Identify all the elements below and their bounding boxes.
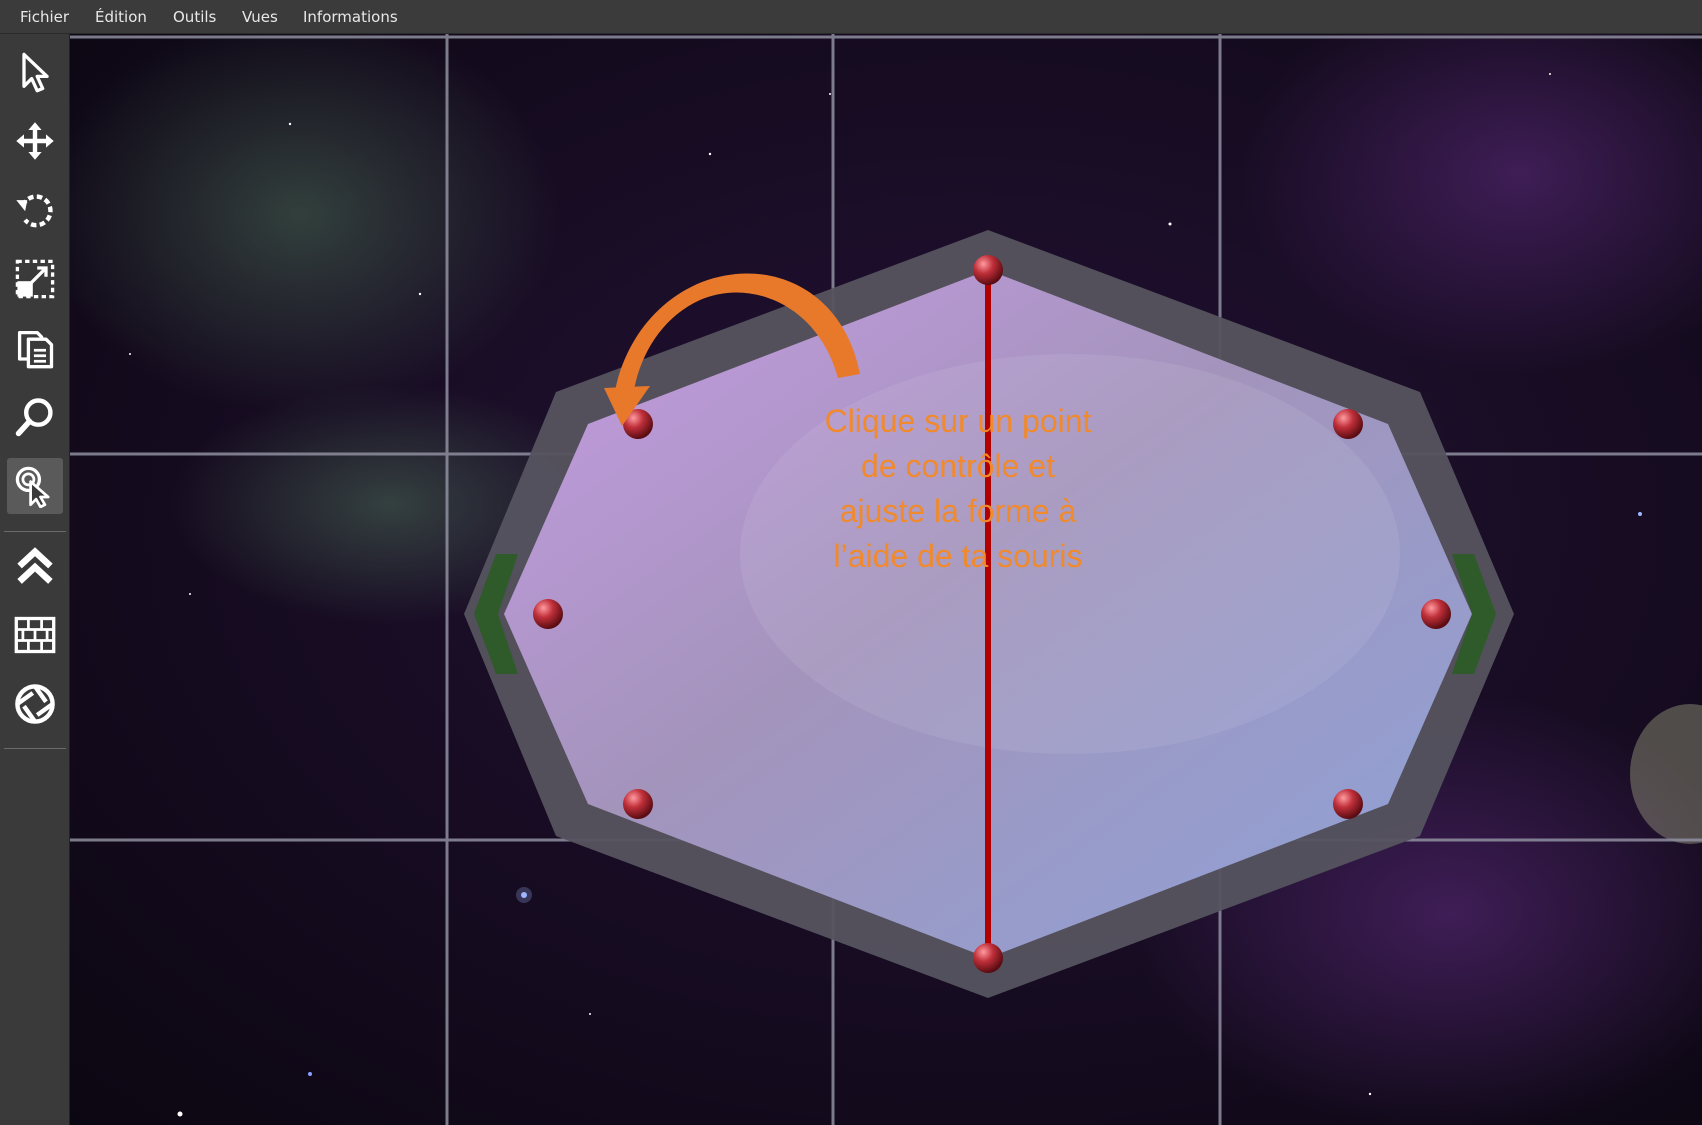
control-point-top[interactable] [973,255,1003,285]
menu-outils[interactable]: Outils [173,8,216,26]
wall-tool-button[interactable] [7,607,63,663]
hint-text: Clique sur un point de contrôle et ajust… [778,399,1138,579]
hint-line: Clique sur un point [824,403,1092,439]
tool-panel [0,34,70,1125]
hint-line: de contrôle et [861,448,1055,484]
toolbar-separator [4,531,66,532]
rotate-tool-button[interactable] [7,182,63,238]
chevrons-up-icon [17,547,53,584]
control-point-bottom-right[interactable] [1333,789,1363,819]
menu-vues[interactable]: Vues [242,8,278,26]
control-point-top-right[interactable] [1333,409,1363,439]
rotate-icon [16,194,53,228]
menu-fichier[interactable]: Fichier [20,8,69,26]
zoom-icon [15,398,53,437]
edit-points-icon [15,466,50,508]
menu-informations[interactable]: Informations [303,8,398,26]
hint-line: l’aide de ta souris [833,538,1083,574]
copy-tool-button[interactable] [7,320,63,376]
select-tool-button[interactable] [7,44,63,100]
menu-edition[interactable]: Édition [95,8,147,26]
control-point-bottom[interactable] [973,943,1003,973]
hint-line: ajuste la forme à [839,493,1077,529]
scale-icon [15,259,55,299]
aperture-icon [15,684,55,724]
control-point-right[interactable] [1421,599,1451,629]
move-tool-button[interactable] [7,113,63,169]
menu-bar: Fichier Édition Outils Vues Informations [0,0,1702,34]
scene-canvas[interactable] [70,34,1702,1125]
control-point-left[interactable] [533,599,563,629]
control-point-bottom-left[interactable] [623,789,653,819]
aperture-tool-button[interactable] [7,676,63,732]
scale-tool-button[interactable] [7,251,63,307]
toolbar-separator [4,748,66,749]
raise-layer-button[interactable] [7,538,63,594]
zoom-tool-button[interactable] [7,389,63,445]
copy-icon [17,330,54,369]
move-icon [16,122,54,160]
select-arrow-icon [22,52,49,93]
edit-points-tool-button[interactable] [7,458,63,514]
brick-wall-icon [14,616,56,654]
scene-viewport[interactable]: Clique sur un point de contrôle et ajust… [70,34,1702,1125]
